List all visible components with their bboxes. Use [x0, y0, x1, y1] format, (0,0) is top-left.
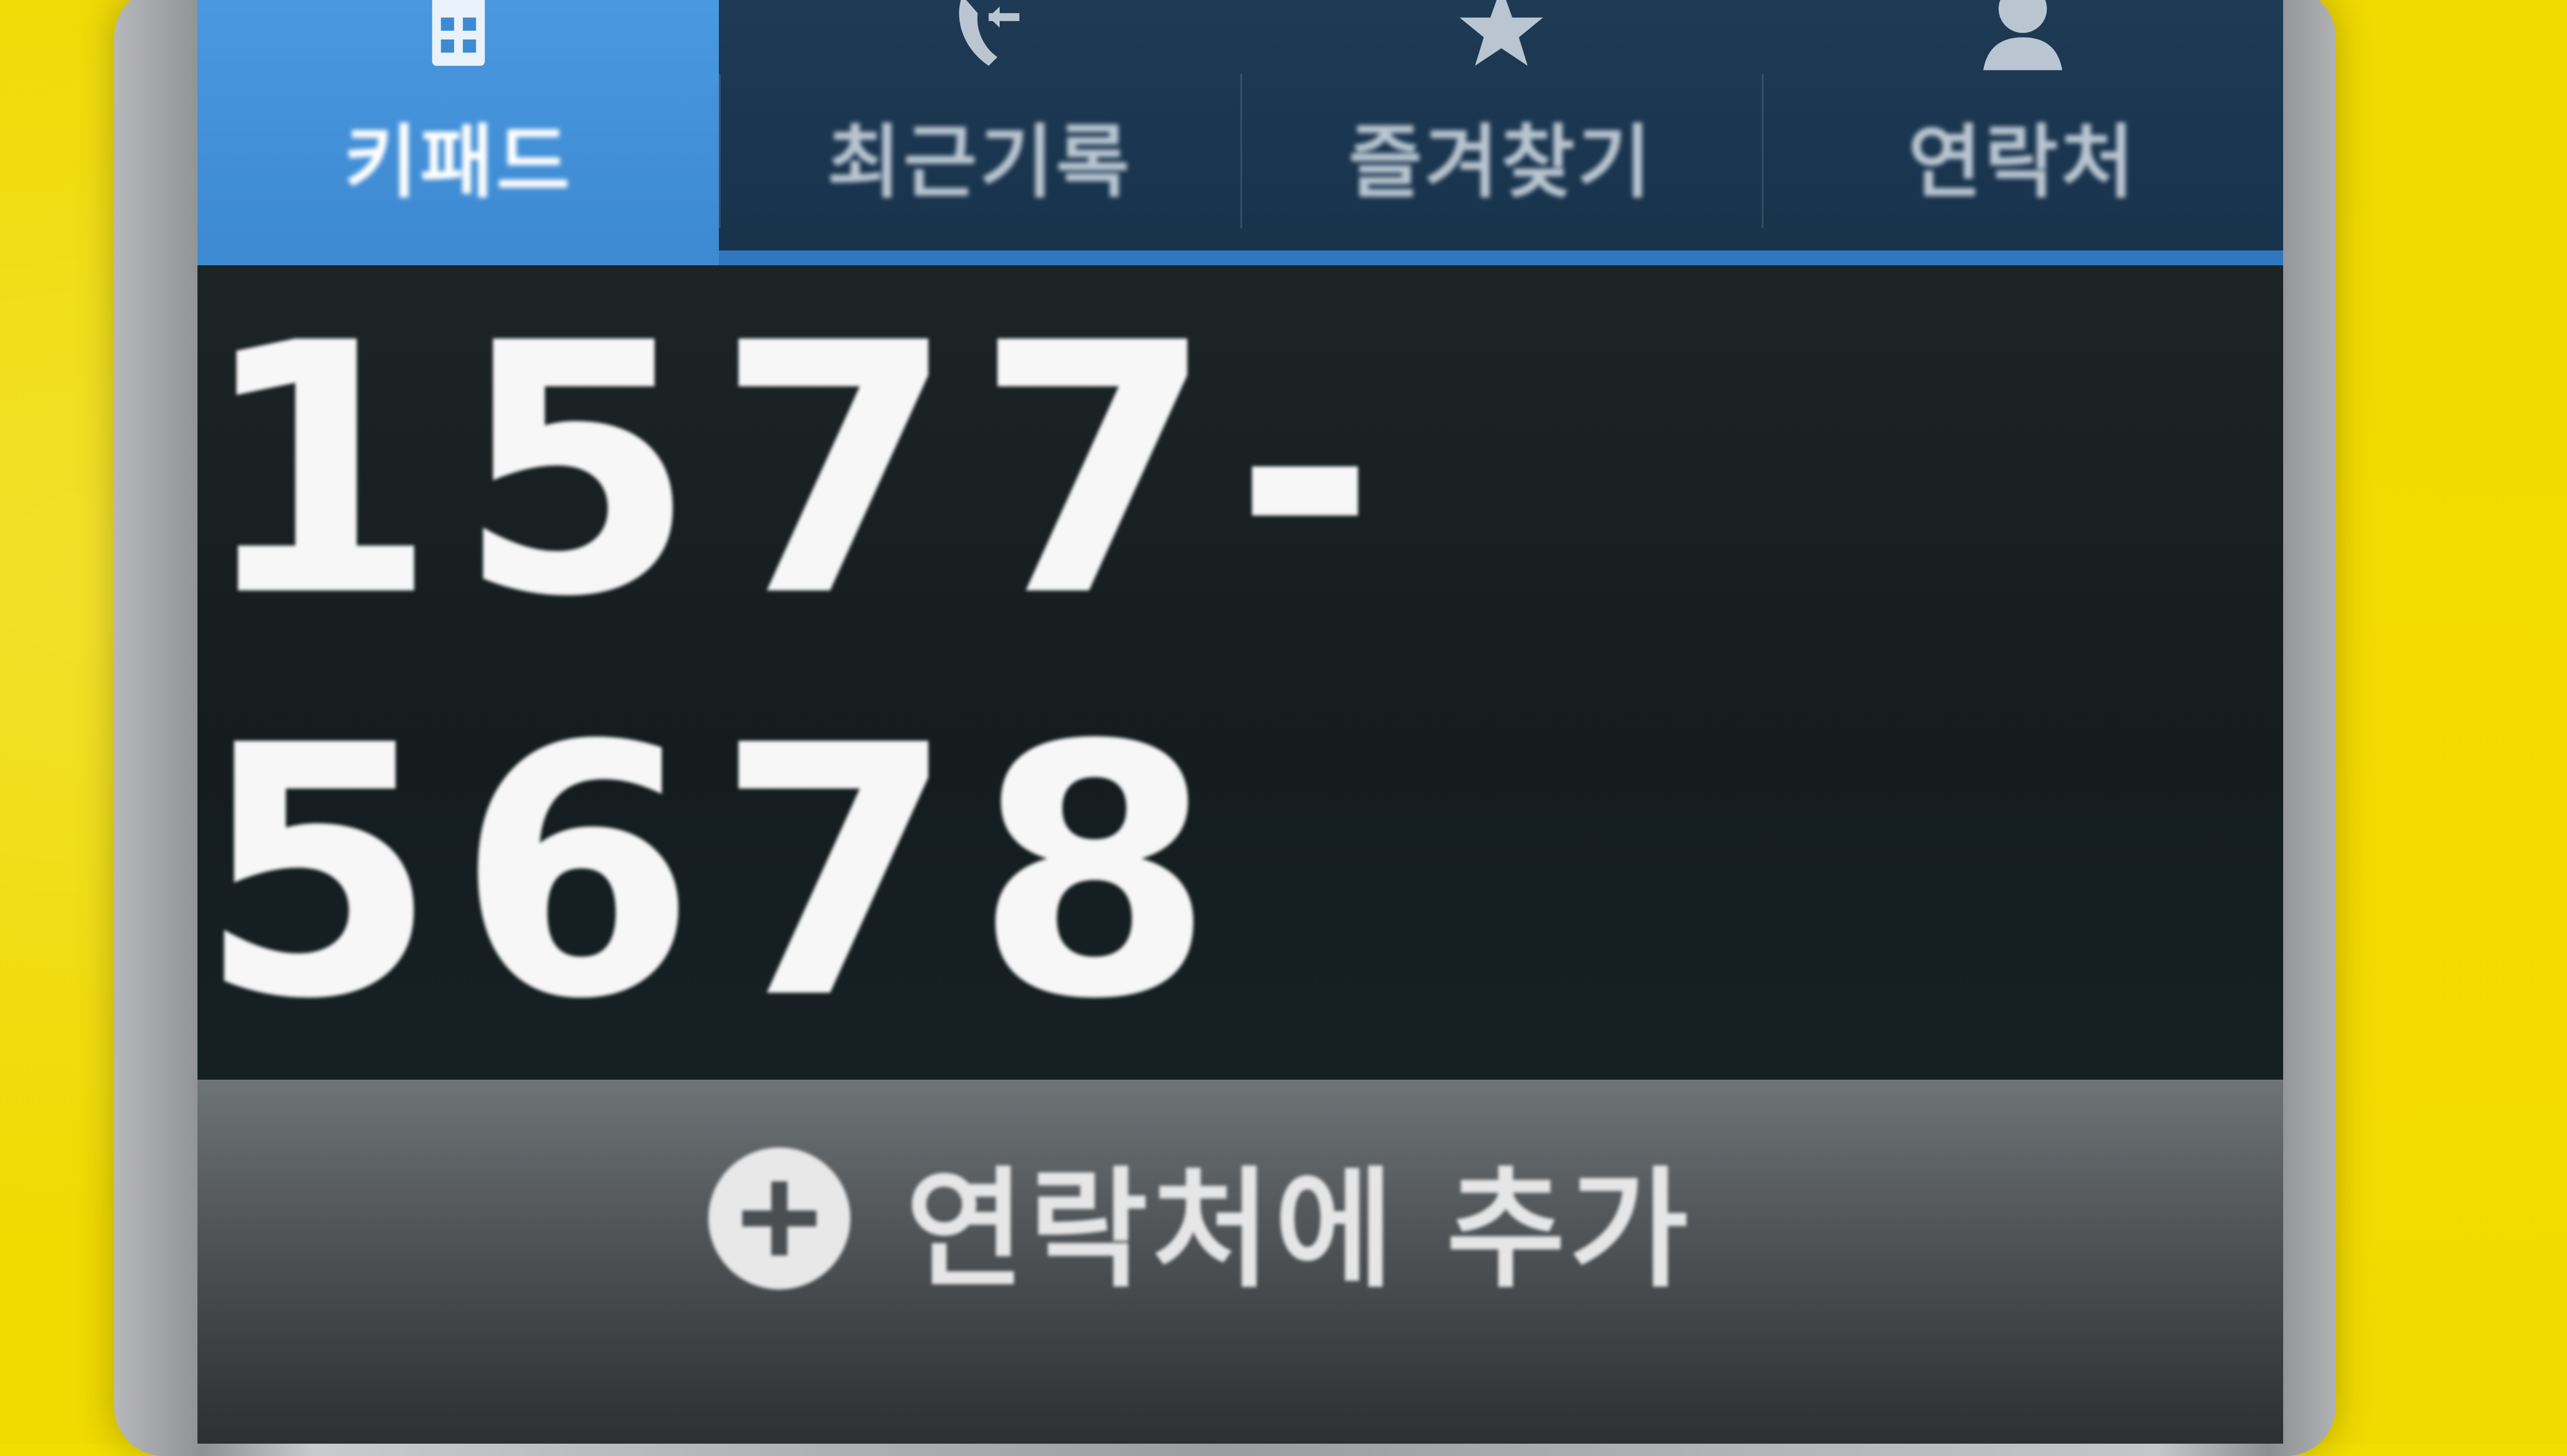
tab-favorites-label: 즐겨찾기 [1348, 115, 1654, 209]
add-to-contacts-label: 연락처에 추가 [905, 1154, 1693, 1305]
recent-calls-icon [958, 0, 1019, 66]
tab-divider [719, 74, 721, 228]
plus-circle-icon [708, 1148, 850, 1289]
tab-favorites[interactable]: 즐겨찾기 [1240, 0, 1762, 265]
keypad-icon [431, 0, 485, 66]
tab-recent-calls-label: 최근기록 [827, 115, 1132, 209]
person-icon [1983, 0, 2062, 70]
dialed-number: 1577-5678 [197, 270, 1396, 1075]
dialer-tab-bar: 키패드 최근기록 즐겨찾기 연락처 [197, 0, 2283, 265]
tab-contacts-label: 연락처 [1908, 115, 2137, 209]
phone-screen: 키패드 최근기록 즐겨찾기 연락처 1577-5678 연락처에 추가 [197, 0, 2283, 1444]
tab-divider [1240, 74, 1242, 228]
tab-divider [1762, 74, 1764, 228]
tab-keypad-label: 키패드 [344, 115, 573, 209]
add-to-contacts-bar[interactable]: 연락처에 추가 [197, 1080, 2283, 1444]
tab-recent-calls[interactable]: 최근기록 [719, 0, 1240, 265]
tab-contacts[interactable]: 연락처 [1762, 0, 2283, 265]
tab-keypad[interactable]: 키패드 [197, 0, 719, 265]
add-to-contacts-button[interactable]: 연락처에 추가 [708, 1125, 1692, 1312]
star-icon [1459, 0, 1543, 66]
dialed-number-display: 1577-5678 [197, 265, 2283, 1080]
